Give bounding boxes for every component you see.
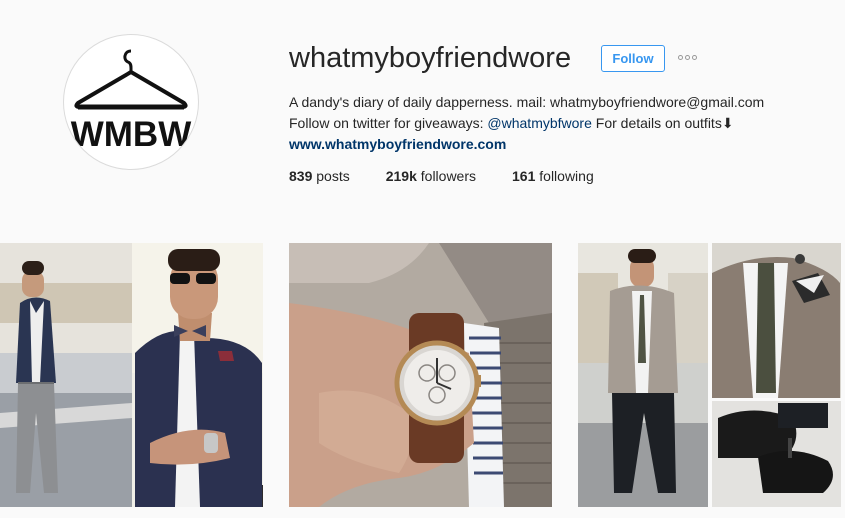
posts-label: posts (316, 168, 350, 184)
bio-line-2: Follow on twitter for giveaways: @whatmy… (289, 113, 819, 134)
website-link[interactable]: www.whatmyboyfriendwore.com (289, 134, 819, 155)
bio-line-2-prefix: Follow on twitter for giveaways: (289, 115, 488, 131)
posts-count: 839 (289, 168, 313, 184)
profile-stats: 839 posts 219k followers 161 following (289, 168, 630, 184)
post-image-2 (289, 243, 552, 507)
logo-text: WMBW (70, 115, 192, 154)
post-thumbnail-3[interactable] (578, 243, 841, 507)
profile-username: whatmyboyfriendwore (289, 42, 572, 74)
followers-label: followers (420, 168, 477, 184)
following-label: following (539, 168, 594, 184)
following-count: 161 (512, 168, 536, 184)
profile-avatar: WMBW (63, 34, 199, 170)
profile-bio: A dandy's diary of daily dapperness. mai… (289, 92, 819, 155)
options-dot (692, 55, 697, 60)
follow-button[interactable]: Follow (601, 45, 665, 72)
bio-line-2-suffix: For details on outfits⬇ (591, 115, 734, 131)
post-image-1 (0, 243, 263, 507)
stat-followers[interactable]: 219k followers (386, 168, 476, 184)
post-thumbnail-1[interactable] (0, 243, 263, 507)
twitter-link[interactable]: @whatmybfwore (487, 115, 591, 131)
post-image-3 (578, 243, 841, 507)
more-options-icon[interactable] (678, 55, 697, 60)
followers-count: 219k (385, 168, 417, 184)
stat-posts: 839 posts (289, 168, 350, 184)
options-dot (678, 55, 683, 60)
options-dot (685, 55, 690, 60)
stat-following[interactable]: 161 following (512, 168, 594, 184)
bio-line-1: A dandy's diary of daily dapperness. mai… (289, 94, 765, 110)
post-thumbnail-2[interactable] (289, 243, 552, 507)
